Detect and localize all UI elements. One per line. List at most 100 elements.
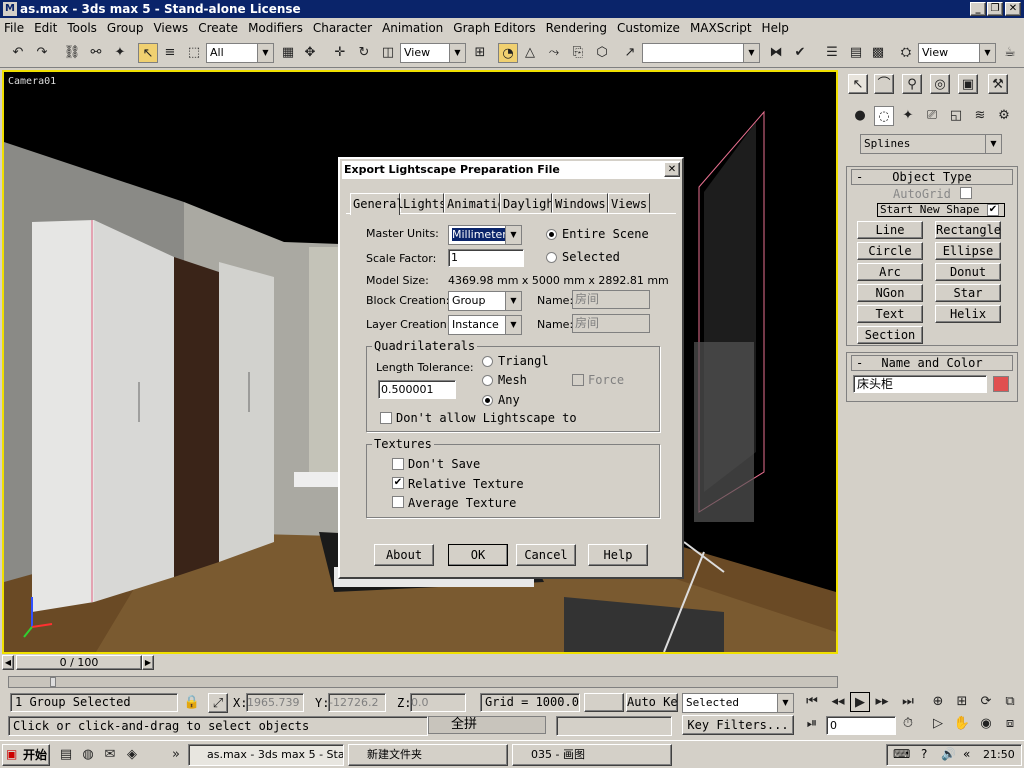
ok-button[interactable]: OK (448, 544, 508, 566)
menu-character[interactable]: Character (309, 18, 376, 38)
display-tab-icon[interactable]: ▣ (958, 74, 978, 94)
length-tolerance-input[interactable]: 0.500001 (378, 380, 456, 399)
helpers-icon[interactable]: ◱ (946, 106, 966, 126)
named-selection-dropdown[interactable]: ▼ (642, 43, 760, 63)
motion-tab-icon[interactable]: ◎ (930, 74, 950, 94)
rectangle-button[interactable]: Rectangle (935, 221, 1001, 239)
ellipse-button[interactable]: Ellipse (935, 242, 1001, 260)
section-button[interactable]: Section (857, 326, 923, 344)
menu-help[interactable]: Help (758, 18, 793, 38)
pan-icon[interactable]: ✋ (952, 714, 972, 734)
master-units-dropdown[interactable]: Millimeters ▼ (448, 225, 522, 245)
key-mode-toggle-icon[interactable]: ⏯ (802, 714, 822, 734)
help-tray-icon[interactable]: ? (921, 747, 927, 761)
scale-factor-input[interactable]: 1 (448, 249, 524, 267)
select-object-icon[interactable]: ↖ (138, 43, 158, 63)
menu-graph-editors[interactable]: Graph Editors (449, 18, 539, 38)
z-coordinate-field[interactable]: 0.0 (410, 693, 466, 712)
pivot-center-icon[interactable]: ⊞ (470, 43, 490, 63)
menu-animation[interactable]: Animation (378, 18, 447, 38)
prev-frame-icon[interactable]: ◂◂ (828, 692, 848, 712)
dialog-close-button[interactable]: ✕ (664, 162, 680, 177)
create-tab-icon[interactable]: ↖ (848, 74, 868, 94)
menu-create[interactable]: Create (194, 18, 242, 38)
help-button[interactable]: Help (588, 544, 648, 566)
render-scene-icon[interactable]: ⛭ (896, 43, 916, 63)
utilities-tab-icon[interactable]: ⚒ (988, 74, 1008, 94)
dont-allow-checkbox[interactable] (380, 412, 392, 424)
tab-daylight[interactable]: Daylight (500, 193, 552, 213)
time-next-button[interactable]: ▶ (142, 655, 154, 670)
select-move-icon[interactable]: ✥ (300, 43, 320, 63)
zoom-icon[interactable]: ⊕ (928, 692, 948, 712)
orbit-icon[interactable]: ⟳ (976, 692, 996, 712)
hierarchy-tab-icon[interactable]: ⚲ (902, 74, 922, 94)
arc-button[interactable]: Arc (857, 263, 923, 281)
systems-icon[interactable]: ⚙ (994, 106, 1014, 126)
track-bar[interactable] (8, 676, 838, 688)
angle-snap-icon[interactable]: ◔ (498, 43, 518, 63)
mirror-object-icon[interactable]: ⬡ (592, 43, 612, 63)
menu-maxscript[interactable]: MAXScript (686, 18, 756, 38)
goto-end-icon[interactable]: ⏭ (898, 692, 918, 712)
undo-icon[interactable]: ↶ (8, 43, 28, 63)
geometry-icon[interactable]: ● (850, 106, 870, 126)
key-icon[interactable] (584, 693, 624, 712)
percent-snap-icon[interactable]: △ (520, 43, 540, 63)
zoom-all-icon[interactable]: ⊞ (952, 692, 972, 712)
tab-animation[interactable]: Animation (444, 193, 500, 213)
entire-scene-radio[interactable] (546, 229, 557, 240)
tab-general[interactable]: General (350, 193, 404, 215)
expand-tray-icon[interactable]: « (963, 747, 970, 761)
mirror-icon[interactable]: ⧓ (766, 43, 786, 63)
maximize-viewport-icon[interactable]: ⧉ (1000, 692, 1020, 712)
current-frame-field[interactable]: 0 (826, 716, 896, 735)
next-frame-icon[interactable]: ▸▸ (872, 692, 892, 712)
maximize-button[interactable]: ❐ (987, 2, 1003, 16)
auto-key-button[interactable]: Auto Key (626, 693, 678, 712)
maxscript-listener[interactable] (556, 716, 672, 736)
viewport-label[interactable]: Camera01 (8, 76, 56, 87)
triangle-radio[interactable] (482, 356, 493, 367)
object-type-header[interactable]: - Object Type (851, 169, 1013, 185)
tab-windows[interactable]: Windows (552, 193, 608, 213)
redo-icon[interactable]: ↷ (32, 43, 52, 63)
lights-icon[interactable]: ✦ (898, 106, 918, 126)
goto-start-icon[interactable]: ⏮ (802, 692, 822, 712)
block-creation-dropdown[interactable]: Group ▼ (448, 291, 522, 311)
spinner-snap-icon[interactable]: ⤳ (544, 43, 564, 63)
lock-icon[interactable]: 🔒 (182, 693, 202, 713)
average-texture-checkbox[interactable] (392, 496, 404, 508)
track-view-icon[interactable]: ☰ (822, 43, 842, 63)
circle-button[interactable]: Circle (857, 242, 923, 260)
browser-icon[interactable]: ◍ (78, 745, 98, 765)
menu-modifiers[interactable]: Modifiers (244, 18, 307, 38)
dont-save-checkbox[interactable] (392, 458, 404, 470)
modify-tab-icon[interactable]: ⌒ (874, 74, 894, 94)
menu-file[interactable]: File (0, 18, 28, 38)
align-icon[interactable]: ✔ (790, 43, 810, 63)
bind-spacewarp-icon[interactable]: ✦ (110, 43, 130, 63)
tab-lights[interactable]: Lights (400, 193, 444, 213)
layer-name-input[interactable]: 房间 (572, 314, 650, 333)
track-bar-key[interactable] (50, 677, 56, 687)
close-button[interactable]: ✕ (1005, 2, 1021, 16)
x-coordinate-field[interactable]: 1965.739 (246, 693, 304, 712)
about-button[interactable]: About (374, 544, 434, 566)
time-prev-button[interactable]: ◀ (2, 655, 14, 670)
time-slider-thumb[interactable]: 0 / 100 (16, 655, 142, 670)
line-button[interactable]: Line (857, 221, 923, 239)
unlink-icon[interactable]: ⚯ (86, 43, 106, 63)
edit-named-sel-icon[interactable]: ⎘ (568, 43, 588, 63)
selection-filter-dropdown[interactable]: All ▼ (206, 43, 274, 63)
mesh-radio[interactable] (482, 375, 493, 386)
text-button[interactable]: Text (857, 305, 923, 323)
media-icon[interactable]: ◈ (122, 745, 142, 765)
ime-toolbar[interactable]: 全拼 (428, 716, 546, 734)
render-type-dropdown[interactable]: View ▼ (918, 43, 996, 63)
selection-region-icon[interactable]: ⬚ (184, 43, 204, 63)
menu-tools[interactable]: Tools (63, 18, 101, 38)
selected-radio[interactable] (546, 252, 557, 263)
donut-button[interactable]: Donut (935, 263, 1001, 281)
rotate-icon[interactable]: ↻ (354, 43, 374, 63)
